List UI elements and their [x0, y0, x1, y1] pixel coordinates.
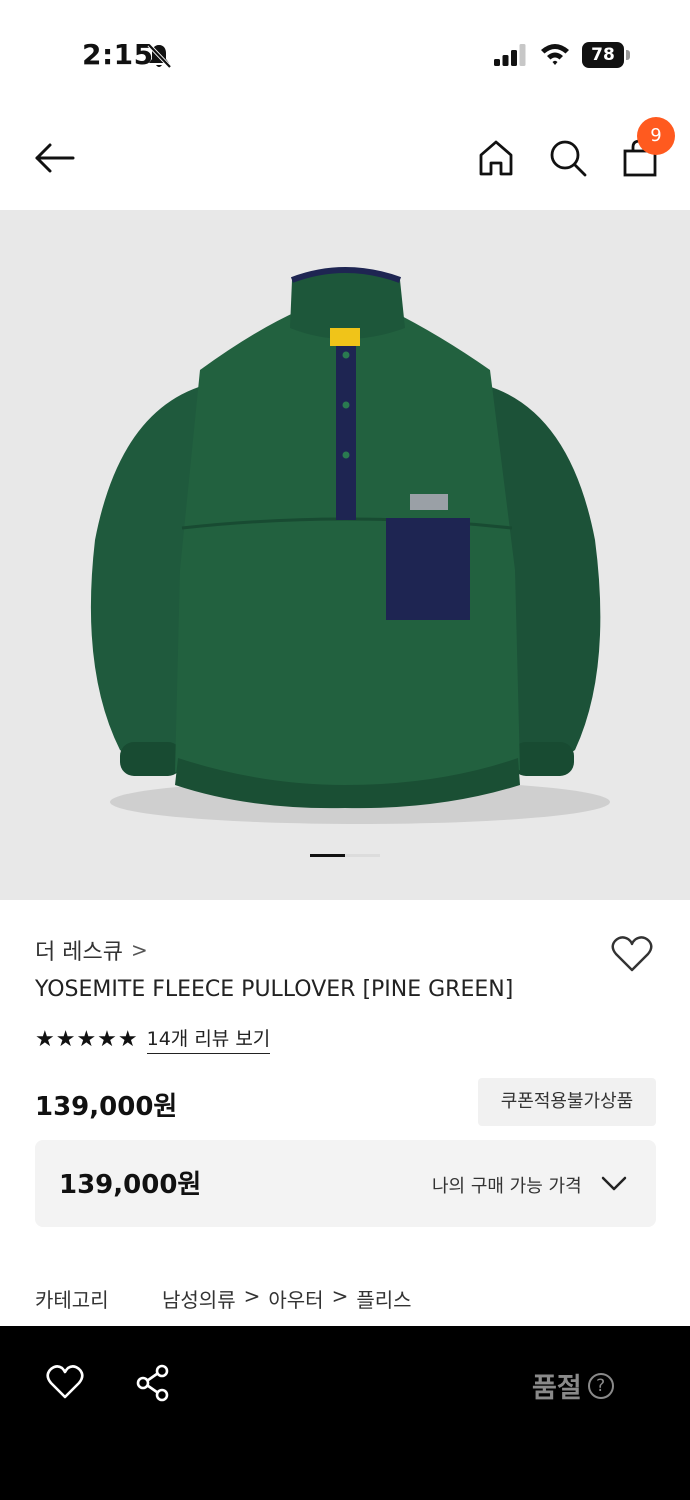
rating-row: ★★★★★ 14개 리뷰 보기 — [35, 1024, 271, 1054]
chevron-down-icon — [601, 1176, 627, 1191]
category-label: 카테고리 — [35, 1288, 109, 1312]
soldout-label: 품절 — [532, 1373, 582, 1404]
wishlist-heart-icon[interactable] — [610, 934, 654, 974]
bottom-action-bar — [0, 1326, 690, 1500]
battery-level: 78 — [591, 45, 615, 65]
category-item[interactable]: 플리스 — [356, 1284, 411, 1313]
bell-off-icon — [147, 43, 172, 69]
status-time: 2:15 — [82, 38, 154, 71]
soldout-status: 품절 ? — [532, 1366, 614, 1405]
star-rating: ★★★★★ — [35, 1026, 139, 1052]
chevron-right-icon: > — [331, 1284, 349, 1308]
category-item[interactable]: 남성의류 — [162, 1284, 236, 1313]
back-arrow-icon[interactable] — [33, 136, 77, 180]
brand-link[interactable]: 더 레스큐 > — [35, 934, 148, 966]
cellular-signal-icon — [494, 44, 526, 66]
status-bar: 2:15 78 — [0, 0, 690, 110]
chevron-right-icon: > — [243, 1284, 261, 1308]
brand-name: 더 레스큐 — [35, 940, 123, 965]
product-price: 139,000원 — [35, 1092, 178, 1122]
my-price-dropdown[interactable]: 139,000원 나의 구매 가능 가격 — [35, 1140, 656, 1227]
search-icon[interactable] — [546, 136, 590, 180]
cart-count-badge: 9 — [637, 117, 675, 155]
battery-icon: 78 — [582, 42, 630, 68]
product-image — [90, 267, 610, 824]
product-title: YOSEMITE FLEECE PULLOVER [PINE GREEN] — [35, 977, 514, 1002]
carousel-indicator-active — [310, 854, 345, 857]
my-price-label: 나의 구매 가능 가격 — [432, 1176, 582, 1197]
share-icon[interactable] — [132, 1362, 174, 1404]
product-image-carousel[interactable] — [0, 210, 690, 900]
chevron-right-icon: > — [130, 938, 148, 962]
help-icon[interactable]: ? — [587, 1372, 614, 1399]
category-breadcrumb: 남성의류 > 아우터 > 플리스 — [162, 1284, 412, 1313]
heart-icon[interactable] — [44, 1362, 86, 1404]
review-link[interactable]: 14개 리뷰 보기 — [146, 1024, 271, 1054]
coupon-unavailable-badge: 쿠폰적용불가상품 — [478, 1078, 656, 1126]
carousel-indicator-track — [345, 854, 380, 857]
category-item[interactable]: 아우터 — [268, 1284, 323, 1313]
wifi-icon — [541, 44, 569, 65]
my-price-value: 139,000원 — [59, 1170, 202, 1200]
home-icon[interactable] — [474, 136, 518, 180]
